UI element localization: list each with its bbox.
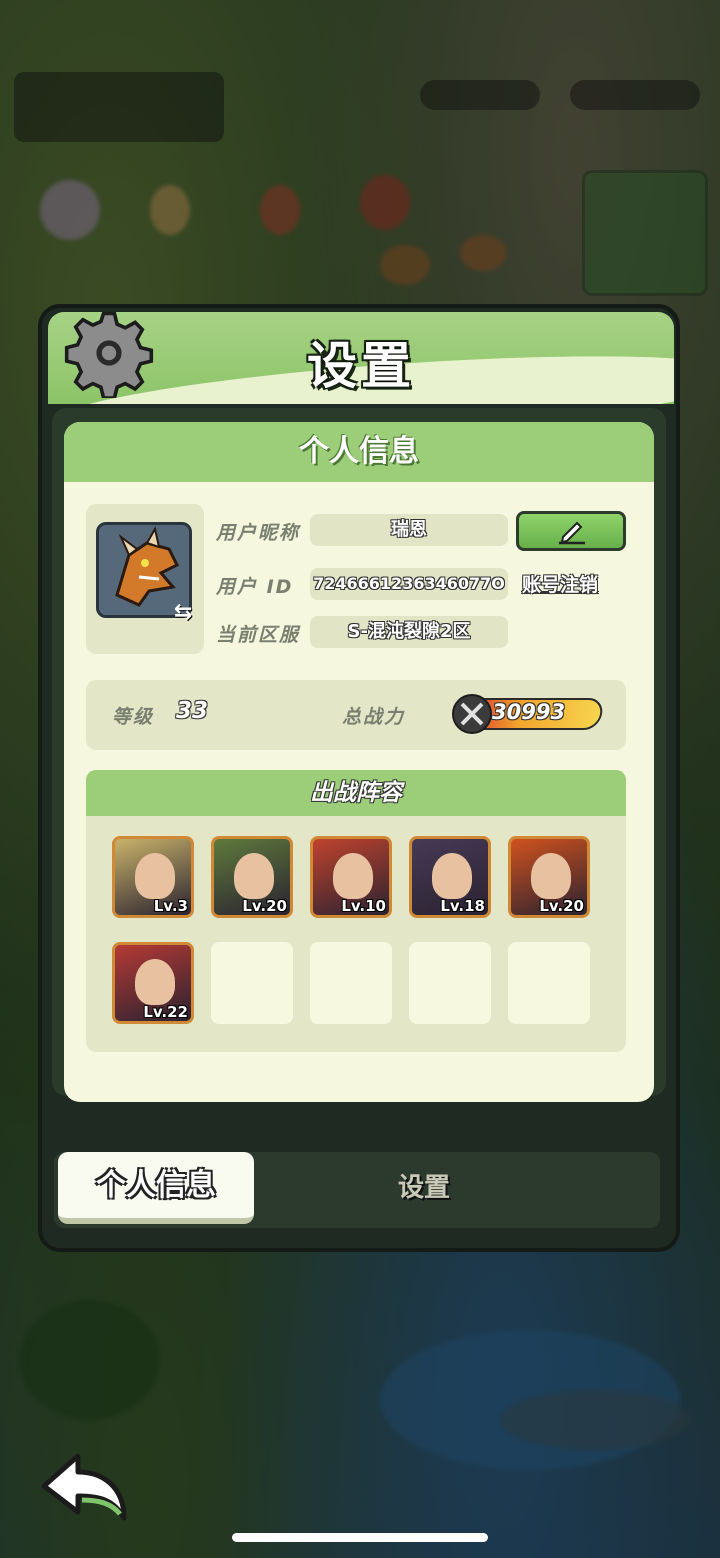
empty-hero-slot[interactable] (409, 942, 491, 1024)
avatar-box[interactable]: ⇆ (86, 504, 204, 654)
back-arrow-icon[interactable] (38, 1448, 130, 1524)
bottom-tabs: 个人信息 设置 (54, 1152, 660, 1228)
hero-level: Lv.10 (341, 897, 386, 915)
level-label: 等级 (112, 706, 155, 728)
hero-slot[interactable]: Lv.3 (112, 836, 194, 918)
home-indicator[interactable] (232, 1533, 488, 1542)
hero-portrait-icon (333, 853, 373, 899)
hero-level: Lv.20 (242, 897, 287, 915)
empty-hero-slot[interactable] (508, 942, 590, 1024)
hero-slot[interactable]: Lv.18 (409, 836, 491, 918)
hero-portrait-icon (531, 853, 571, 899)
crossed-swords-icon (452, 694, 492, 734)
hero-slot[interactable]: Lv.20 (508, 836, 590, 918)
lineup-title: 出战阵容 (86, 770, 626, 816)
tab-settings[interactable]: 设置 (334, 1152, 514, 1224)
empty-hero-slot[interactable] (211, 942, 293, 1024)
level-value: 33 (176, 698, 209, 724)
user-id-value[interactable]: 7246661236346077O (310, 568, 508, 600)
edit-nickname-button[interactable] (516, 511, 626, 551)
hero-slot[interactable]: Lv.20 (211, 836, 293, 918)
pencil-icon (559, 521, 585, 545)
hero-portrait-icon (234, 853, 274, 899)
nickname-label: 用户昵称 (216, 522, 301, 544)
nickname-value: 瑞恩 (310, 514, 508, 546)
tab-personal-info[interactable]: 个人信息 (58, 1152, 254, 1224)
profile-section-title: 个人信息 (64, 422, 654, 482)
swap-arrows-icon[interactable]: ⇆ (174, 600, 200, 626)
panel-content: 个人信息 ⇆ 用户昵称 瑞恩 用户 ID 7246661236346077O 账… (38, 304, 680, 1252)
hero-level: Lv.18 (440, 897, 485, 915)
profile-card: 个人信息 ⇆ 用户昵称 瑞恩 用户 ID 7246661236346077O 账… (64, 422, 654, 1102)
cancel-account-link[interactable]: 账号注销 (522, 570, 598, 597)
hero-level: Lv.20 (539, 897, 584, 915)
server-value: S-混沌裂隙2区 (310, 616, 508, 648)
hero-level: Lv.3 (153, 897, 188, 915)
stats-bar: 等级 33 总战力 30993 (86, 680, 626, 750)
hero-portrait-icon (135, 959, 175, 1005)
power-label: 总战力 (342, 706, 406, 728)
hero-portrait-icon (135, 853, 175, 899)
battle-lineup: 出战阵容 Lv.3 Lv.20 Lv.10 Lv.18 Lv.20 Lv.22 (86, 770, 626, 1052)
hero-slot[interactable]: Lv.10 (310, 836, 392, 918)
empty-hero-slot[interactable] (310, 942, 392, 1024)
power-value: 30993 (492, 700, 566, 724)
power-badge: 30993 (452, 694, 605, 734)
server-label: 当前区服 (216, 624, 301, 646)
user-id-label: 用户 ID (216, 576, 294, 598)
hero-slot[interactable]: Lv.22 (112, 942, 194, 1024)
hero-portrait-icon (432, 853, 472, 899)
hero-level: Lv.22 (143, 1003, 188, 1021)
